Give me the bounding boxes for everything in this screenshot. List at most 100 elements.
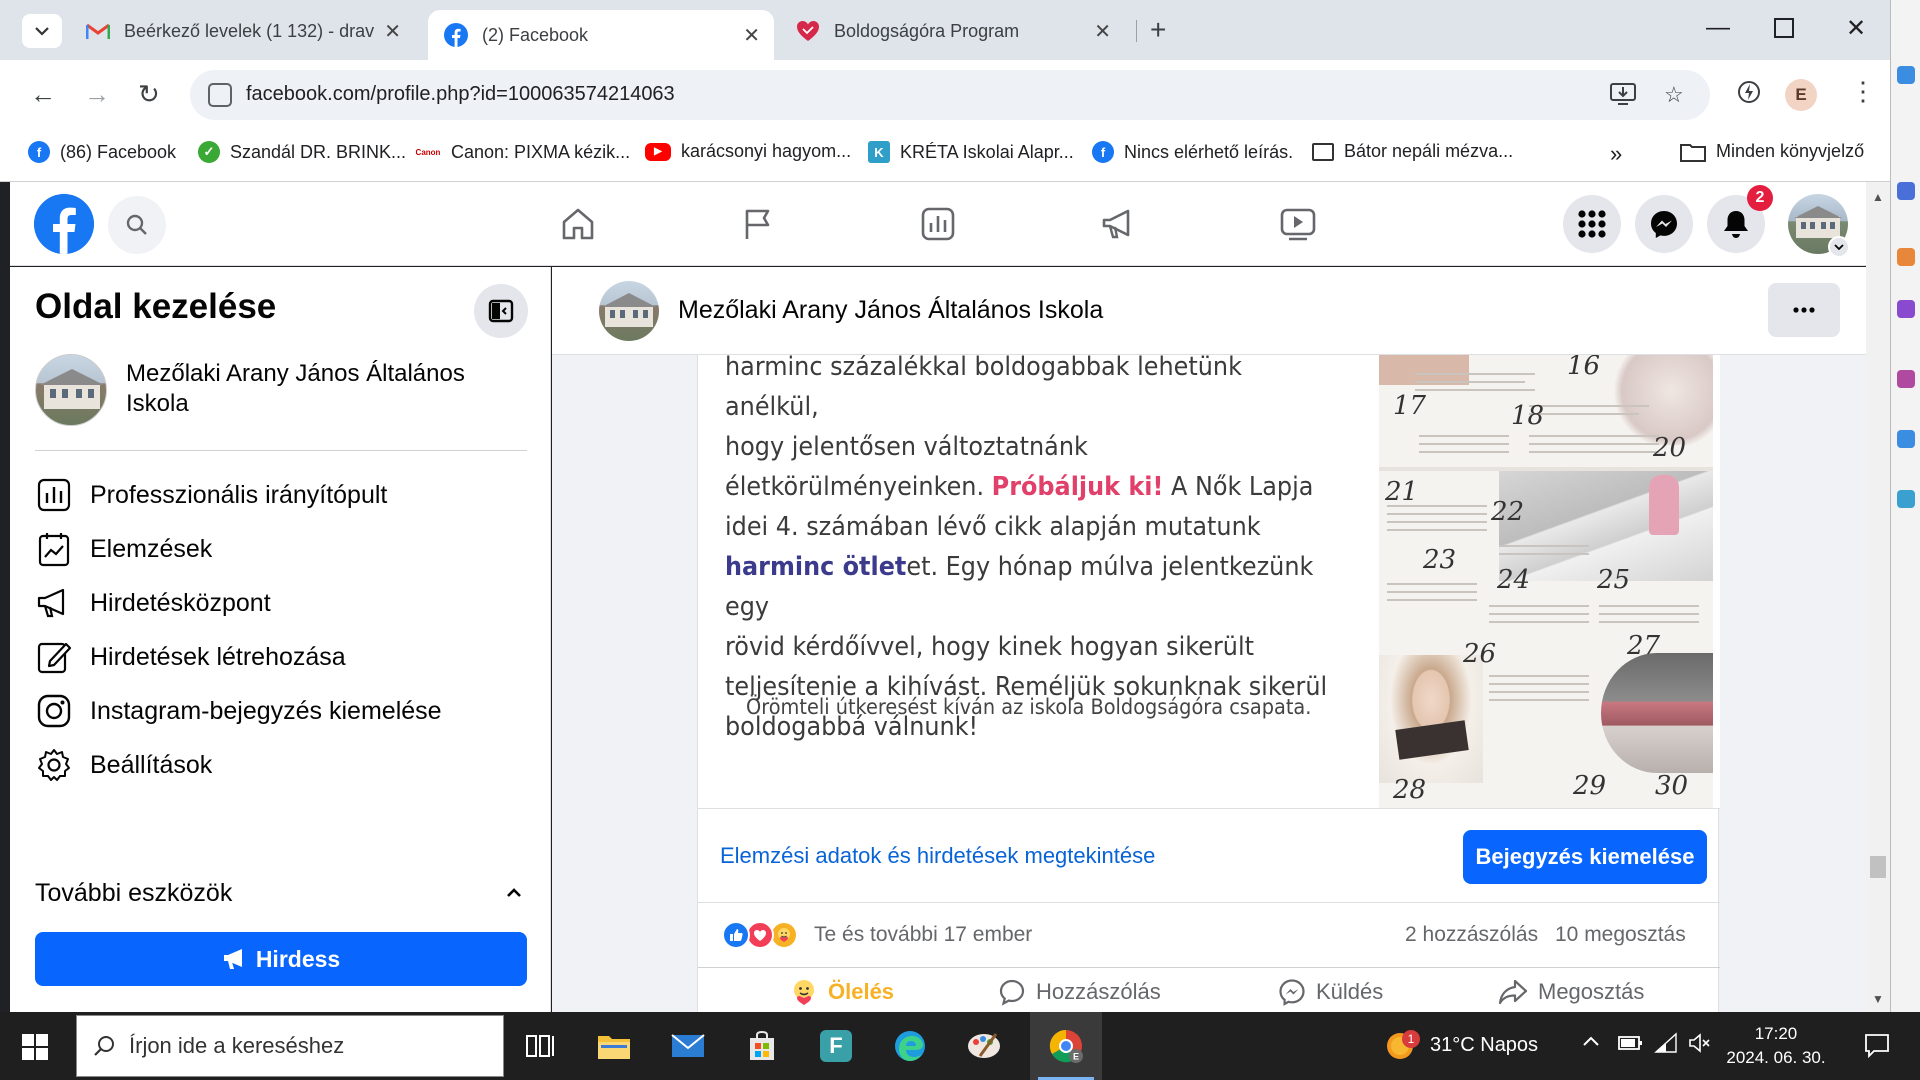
image-text-line: hogy jelentősen változtatnánk <box>725 432 1088 462</box>
address-bar[interactable]: facebook.com/profile.php?id=100063574214… <box>190 70 1710 120</box>
task-view-icon[interactable] <box>518 1024 562 1068</box>
like-reaction-icon[interactable] <box>722 921 750 949</box>
wifi-icon[interactable] <box>1654 1032 1678 1060</box>
magazine-collage: 16 17 18 20 21 22 23 24 25 26 27 28 29 3… <box>1379 355 1713 808</box>
comment-button[interactable]: Hozzászólás <box>998 978 1161 1006</box>
tab-gmail[interactable]: Beérkező levelek (1 132) - drave ✕ <box>70 10 415 52</box>
sidebar-item-create-ads[interactable]: Hirdetések létrehozása <box>35 632 527 682</box>
weather-text[interactable]: 31°C Napos <box>1430 1034 1538 1057</box>
post-image[interactable]: harminc százalékkal boldogabbak lehetünk… <box>698 355 1720 809</box>
share-button[interactable]: Megosztás <box>1498 978 1644 1006</box>
close-window-icon[interactable]: ✕ <box>1846 14 1866 43</box>
bookmark-item[interactable]: Bátor nepáli mézva... <box>1312 141 1513 162</box>
minimize-icon[interactable]: — <box>1706 14 1730 42</box>
tab-search-button[interactable] <box>22 14 62 48</box>
reactions-summary[interactable]: Te és további 17 ember <box>814 923 1032 947</box>
love-reaction-icon[interactable] <box>746 921 774 949</box>
install-app-icon[interactable] <box>1610 82 1636 112</box>
reload-icon[interactable]: ↻ <box>138 79 160 110</box>
battery-icon[interactable] <box>1618 1034 1644 1058</box>
account-chevron-icon[interactable] <box>1828 236 1850 258</box>
messenger-button[interactable] <box>1635 195 1693 253</box>
fluent-app-icon[interactable]: F <box>814 1024 858 1068</box>
system-clock[interactable]: 17:20 2024. 06. 30. <box>1726 1022 1826 1070</box>
scroll-down-icon[interactable]: ▼ <box>1872 992 1884 1006</box>
microsoft-store-icon[interactable] <box>740 1024 784 1068</box>
facebook-search-button[interactable] <box>108 196 166 254</box>
more-options-button[interactable] <box>1768 283 1840 337</box>
scroll-up-icon[interactable]: ▲ <box>1872 190 1884 204</box>
page-avatar[interactable] <box>599 281 659 341</box>
nav-ads[interactable] <box>1096 202 1140 246</box>
sidebar-item-ad-center[interactable]: Hirdetésközpont <box>35 578 527 628</box>
nav-video[interactable] <box>1276 202 1320 246</box>
menu-kebab-icon[interactable]: ⋮ <box>1850 76 1876 107</box>
nav-pages[interactable] <box>736 202 780 246</box>
bookmark-item[interactable]: Canon Canon: PIXMA kézik... <box>415 141 631 163</box>
collage-text <box>1599 621 1699 623</box>
site-settings-icon[interactable] <box>208 83 232 107</box>
facebook-logo-icon[interactable] <box>34 194 94 254</box>
scrollbar-thumb[interactable] <box>1870 856 1886 878</box>
page-avatar[interactable] <box>35 354 107 426</box>
tab-facebook[interactable]: (2) Facebook ✕ <box>428 10 774 60</box>
sidebar-item-settings[interactable]: Beállítások <box>35 740 527 790</box>
bookmark-star-icon[interactable]: ☆ <box>1664 82 1684 108</box>
shares-count[interactable]: 10 megosztás <box>1555 923 1686 947</box>
paint-icon[interactable] <box>962 1024 1006 1068</box>
bookmark-item[interactable]: f (86) Facebook <box>28 141 176 163</box>
mail-icon[interactable] <box>666 1024 710 1068</box>
notification-center-icon[interactable] <box>1864 1032 1890 1064</box>
collage-number: 18 <box>1511 401 1545 431</box>
bookmark-item[interactable]: ▶ karácsonyi hagyom... <box>645 141 851 162</box>
bookmarks-overflow-button[interactable]: » <box>1610 141 1622 167</box>
collage-number: 26 <box>1463 639 1497 669</box>
chevron-up-icon[interactable] <box>506 881 522 904</box>
sidebar-item-insights[interactable]: Elemzések <box>35 524 527 574</box>
advertise-button[interactable]: Hirdess <box>35 932 527 986</box>
back-arrow-icon[interactable]: ← <box>30 79 56 110</box>
volume-muted-icon[interactable] <box>1688 1032 1712 1060</box>
url-text[interactable]: facebook.com/profile.php?id=100063574214… <box>246 83 675 106</box>
sidebar-item-label: Beállítások <box>90 750 213 779</box>
forward-arrow-icon[interactable]: → <box>84 79 110 110</box>
post-admin-row: Elemzési adatok és hirdetések megtekinté… <box>698 809 1720 903</box>
sidebar-item-instagram-boost[interactable]: Instagram-bejegyzés kiemelése <box>35 686 527 736</box>
page-name[interactable]: Mezőlaki Arany János Általános Iskola <box>126 359 526 419</box>
performance-icon[interactable] <box>1736 79 1762 111</box>
hug-button[interactable]: Ölelés <box>790 978 894 1006</box>
close-icon[interactable]: ✕ <box>1094 19 1111 44</box>
collapse-sidebar-button[interactable] <box>474 284 528 338</box>
menu-grid-button[interactable] <box>1563 195 1621 253</box>
care-reaction-icon[interactable] <box>770 921 798 949</box>
more-tools-header[interactable]: További eszközök <box>35 879 232 908</box>
page-title[interactable]: Mezőlaki Arany János Általános Iskola <box>678 296 1103 325</box>
maximize-icon[interactable] <box>1774 18 1794 38</box>
close-icon[interactable]: ✕ <box>384 19 401 44</box>
page-scrollbar[interactable]: ▲ ▼ <box>1866 182 1890 1012</box>
view-insights-link[interactable]: Elemzési adatok és hirdetések megtekinté… <box>720 843 1155 869</box>
boost-post-button[interactable]: Bejegyzés kiemelése <box>1463 830 1707 884</box>
windows-start-icon[interactable] <box>22 1034 48 1060</box>
show-hidden-icons-chevron-icon[interactable] <box>1582 1030 1600 1053</box>
new-tab-button[interactable]: + <box>1150 14 1166 46</box>
bookmark-item[interactable]: ✓ Szandál DR. BRINK... <box>198 141 406 163</box>
page-icon <box>1312 142 1334 161</box>
taskbar-search-box[interactable]: Írjon ide a kereséshez <box>76 1015 504 1077</box>
chrome-taskbar-button[interactable]: E <box>1030 1012 1102 1080</box>
all-bookmarks-button[interactable]: Minden könyvjelző <box>1680 141 1864 162</box>
bookmark-item[interactable]: f Nincs elérhető leírás. <box>1092 141 1293 163</box>
bookmark-item[interactable]: K KRÉTA Iskolai Alapr... <box>868 141 1074 163</box>
comments-count[interactable]: 2 hozzászólás <box>1405 923 1538 947</box>
tab-boldogsagora[interactable]: Boldogságóra Program ✕ <box>780 10 1125 52</box>
sidebar-item-label: Hirdetések létrehozása <box>90 642 346 671</box>
nav-home[interactable] <box>556 202 600 246</box>
profile-avatar[interactable]: E <box>1785 79 1817 111</box>
collage-text <box>1599 613 1699 615</box>
close-icon[interactable]: ✕ <box>743 23 760 48</box>
file-explorer-icon[interactable] <box>592 1024 636 1068</box>
nav-dashboard[interactable] <box>916 202 960 246</box>
send-button[interactable]: Küldés <box>1278 978 1383 1006</box>
edge-icon[interactable] <box>888 1024 932 1068</box>
sidebar-item-professional-dashboard[interactable]: Professzionális irányítópult <box>35 470 527 520</box>
